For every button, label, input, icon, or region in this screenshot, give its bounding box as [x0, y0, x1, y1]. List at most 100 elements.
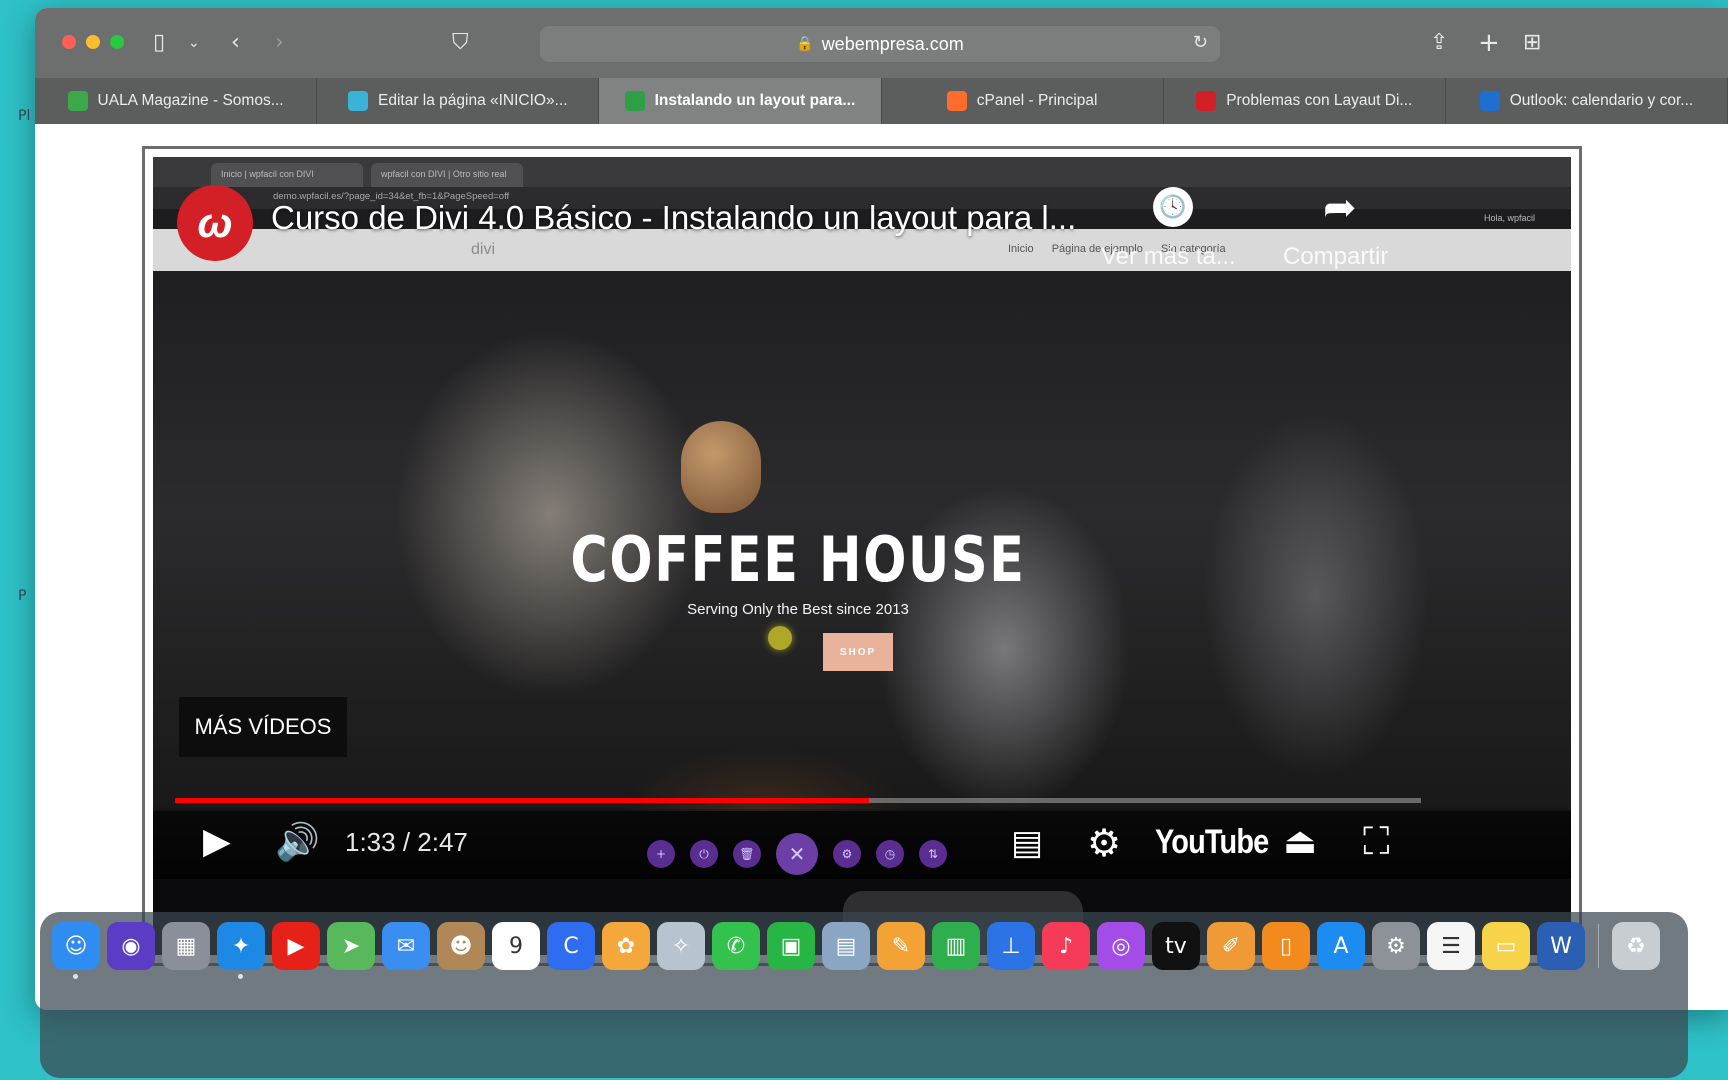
power-icon[interactable]: ⏻ [690, 840, 718, 868]
share-toolbar-icon[interactable]: ⇪ [1430, 30, 1448, 56]
contacts-icon[interactable]: ☻ [437, 922, 485, 970]
browser-tab-2[interactable]: Editar la página «INICIO»... [317, 78, 600, 124]
numbers-icon[interactable]: ▥ [932, 922, 980, 970]
airplay-icon[interactable]: ⏏ [1283, 821, 1317, 862]
desktop-label-1: Pl [18, 108, 31, 124]
new-tab-icon[interactable]: + [1478, 30, 1500, 56]
recorded-tab-2: wpfacil con DIVI | Otro sitio real [371, 163, 523, 187]
apple-tv-icon[interactable]: tv [1152, 922, 1200, 970]
cursive-app-icon[interactable]: C [547, 922, 595, 970]
safari-toolbar: ▯ ⌄ ‹ › ⛉ 🔒 webempresa.com ↻ ⇪ + ⊞ [35, 8, 1728, 78]
preview-icon[interactable]: ▤ [822, 922, 870, 970]
divi-edit-favicon [347, 91, 368, 111]
channel-avatar[interactable]: ω [177, 185, 253, 261]
system-preferences-icon[interactable]: ⚙ [1372, 922, 1420, 970]
browser-tab-label: cPanel - Principal [976, 92, 1098, 109]
reminders-icon[interactable]: ☰ [1427, 922, 1475, 970]
share-arrow-icon[interactable]: ➦ [1323, 185, 1357, 231]
cursor-highlight [768, 626, 792, 650]
privacy-shield-icon[interactable]: ⛉ [452, 30, 469, 56]
browser-tab-label: UALA Magazine - Somos... [97, 92, 284, 109]
calendar-icon[interactable]: 9 [492, 922, 540, 970]
settings-icon[interactable]: ⚙ [1087, 821, 1121, 865]
clock-icon[interactable]: 🕓 [1153, 187, 1193, 227]
close-icon[interactable]: ✕ [776, 833, 818, 875]
close-window-button[interactable] [62, 35, 76, 49]
photos-icon[interactable]: ✿ [602, 922, 650, 970]
keynote-icon[interactable]: ⊥ [987, 922, 1035, 970]
shop-button[interactable]: SHOP [823, 633, 893, 671]
forward-icon[interactable]: › [275, 30, 284, 56]
youtube-player[interactable]: Inicio | wpfacil con DIVI wpfacil con DI… [153, 157, 1571, 955]
trash-icon[interactable]: ♻ [1612, 922, 1660, 970]
watch-later-label[interactable]: Ver más ta... [1101, 243, 1236, 271]
more-videos-button[interactable]: MÁS VÍDEOS [179, 697, 347, 757]
browser-tab-4[interactable]: cPanel - Principal [882, 78, 1164, 124]
volume-icon[interactable]: 🔊 [275, 821, 320, 863]
browser-tab-1[interactable]: UALA Magazine - Somos... [35, 78, 318, 124]
finder-icon[interactable]: ☺ [52, 922, 100, 979]
safari-window: ▯ ⌄ ‹ › ⛉ 🔒 webempresa.com ↻ ⇪ + ⊞ UALA … [35, 8, 1728, 1010]
browser-tab-label: Editar la página «INICIO»... [377, 92, 568, 109]
instruments-icon[interactable]: ✧ [657, 922, 705, 970]
video-title[interactable]: Curso de Divi 4.0 Básico - Instalando un… [271, 199, 1076, 237]
chevron-down-icon[interactable]: ⌄ [188, 30, 200, 56]
cpanel-favicon [946, 91, 967, 111]
word-icon[interactable]: W [1537, 922, 1585, 970]
recorded-tab-1: Inicio | wpfacil con DIVI [211, 163, 363, 187]
recorded-nav-item: Inicio [1008, 243, 1034, 255]
address-bar[interactable]: 🔒 webempresa.com ↻ [540, 26, 1220, 62]
settings-small-icon[interactable]: ⚙ [833, 840, 861, 868]
player-controls: ▶ 🔊 1:33 / 2:47 + ⏻ 🗑 ✕ ⚙ ◷ ⇅ ▤ ⚙ YouTub… [153, 809, 1571, 879]
progress-played [175, 798, 870, 803]
youtube-logo[interactable]: YouTube [1155, 823, 1269, 862]
video-embed-frame: Inicio | wpfacil con DIVI wpfacil con DI… [142, 146, 1582, 966]
time-display: 1:33 / 2:47 [345, 827, 468, 857]
subtitles-icon[interactable]: ▤ [1011, 823, 1043, 863]
zoom-window-button[interactable] [110, 35, 124, 49]
webempresa-favicon [624, 91, 645, 111]
mail-icon[interactable]: ✉ [382, 922, 430, 970]
maps-icon[interactable]: ➤ [327, 922, 375, 970]
safari-icon[interactable]: ✦ [217, 922, 265, 979]
sidebar-toggle-icon[interactable]: ▯ [153, 30, 165, 56]
reload-icon[interactable]: ↻ [1193, 32, 1208, 53]
youtube-app-icon[interactable]: ▶ [272, 922, 320, 970]
messages-icon[interactable]: ✆ [712, 922, 760, 970]
back-icon[interactable]: ‹ [231, 30, 240, 56]
portability-icon[interactable]: ⇅ [919, 840, 947, 868]
hero-title: COFFEE HOUSE [570, 523, 1026, 596]
recorded-browser-chrome: Inicio | wpfacil con DIVI wpfacil con DI… [153, 157, 1571, 187]
launchpad-icon[interactable]: ▦ [162, 922, 210, 970]
siri-icon[interactable]: ◉ [107, 922, 155, 970]
podcasts-icon[interactable]: ◎ [1097, 922, 1145, 970]
pages-icon[interactable]: ✎ [877, 922, 925, 970]
add-icon[interactable]: + [647, 840, 675, 868]
window-controls [62, 35, 124, 49]
divi-logo: divi [471, 241, 496, 258]
browser-tab-5[interactable]: Problemas con Layaut Di... [1164, 78, 1446, 124]
divi-builder-toolbar: + ⏻ 🗑 ✕ ⚙ ◷ ⇅ [647, 833, 947, 875]
app-store-icon[interactable]: A [1317, 922, 1365, 970]
play-icon[interactable]: ▶ [203, 821, 231, 862]
browser-tab-label: Outlook: calendario y cor... [1509, 92, 1694, 109]
progress-bar[interactable] [175, 798, 1421, 803]
tab-bar: UALA Magazine - Somos... Editar la página… [35, 78, 1728, 124]
fullscreen-icon[interactable]: ⛶ [1363, 819, 1390, 864]
facetime-icon[interactable]: ▣ [767, 922, 815, 970]
history-icon[interactable]: ◷ [876, 840, 904, 868]
tab-overview-icon[interactable]: ⊞ [1523, 30, 1541, 56]
pages-alt-icon[interactable]: ✐ [1207, 922, 1255, 970]
share-label[interactable]: Compartir [1283, 243, 1388, 271]
trash-small-icon[interactable]: 🗑 [733, 840, 761, 868]
notes-icon[interactable]: ▭ [1482, 922, 1530, 970]
lock-icon: 🔒 [796, 36, 814, 52]
uala-favicon [67, 91, 88, 111]
browser-tab-3[interactable]: Instalando un layout para... [599, 78, 882, 124]
browser-tab-6[interactable]: Outlook: calendario y cor... [1446, 78, 1728, 124]
minimize-window-button[interactable] [86, 35, 100, 49]
grinder-knob-image [681, 421, 761, 513]
url-text: webempresa.com [821, 33, 964, 54]
music-icon[interactable]: ♪ [1042, 922, 1090, 970]
books-icon[interactable]: ▯ [1262, 922, 1310, 970]
